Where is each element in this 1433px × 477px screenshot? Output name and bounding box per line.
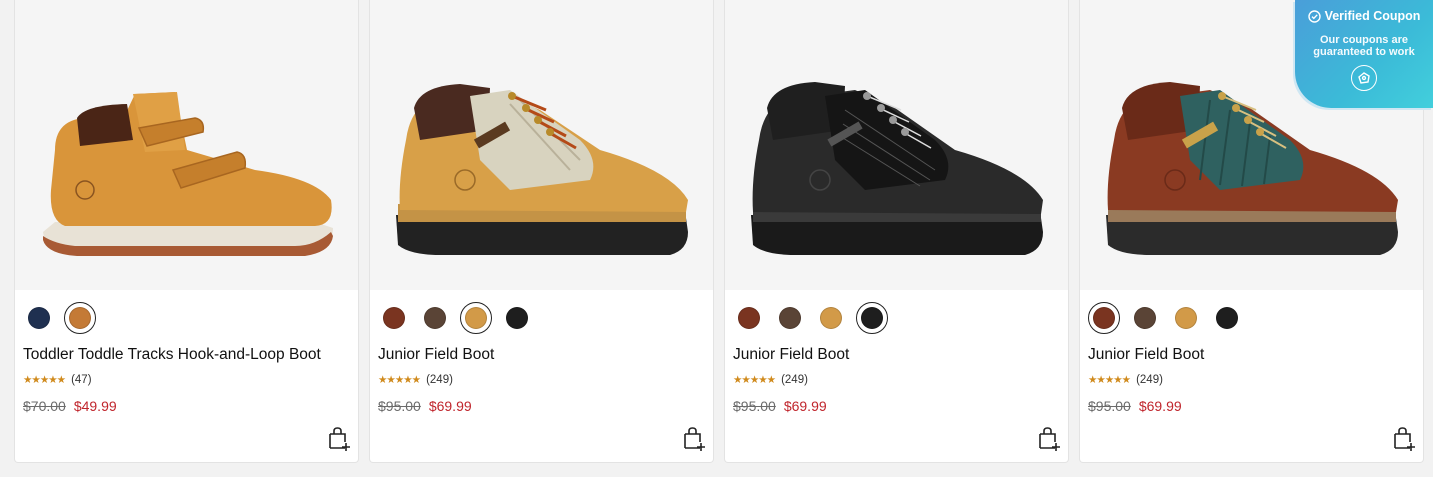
product-rating[interactable]: ★★★★★ (249) [733, 374, 808, 386]
swatch-color [779, 307, 801, 329]
product-image[interactable] [725, 0, 1068, 290]
check-circle-icon [1307, 9, 1321, 23]
review-count: (249) [426, 374, 453, 386]
color-swatch[interactable] [733, 302, 765, 334]
swatch-color [1216, 307, 1238, 329]
swatch-color [738, 307, 760, 329]
swatch-color [69, 307, 91, 329]
color-swatches [23, 302, 96, 334]
color-swatch[interactable] [815, 302, 847, 334]
review-count: (47) [71, 374, 92, 386]
color-swatch[interactable] [1170, 302, 1202, 334]
color-swatches [733, 302, 888, 334]
original-price: $70.00 [23, 398, 66, 414]
product-prices: $95.00 $69.99 [378, 398, 472, 414]
swatch-color [465, 307, 487, 329]
swatch-color [1175, 307, 1197, 329]
product-image[interactable] [15, 0, 358, 290]
swatch-color [28, 307, 50, 329]
product-card[interactable]: Junior Field Boot ★★★★★ (249) $95.00 $69… [369, 0, 714, 463]
shopping-bag-plus-icon [1394, 427, 1415, 451]
color-swatch[interactable] [501, 302, 533, 334]
color-swatch[interactable] [64, 302, 96, 334]
color-swatch[interactable] [856, 302, 888, 334]
sale-price: $69.99 [428, 398, 472, 414]
coupon-subtitle-line: Our coupons are [1319, 34, 1409, 46]
original-price: $95.00 [1088, 398, 1131, 414]
color-swatch[interactable] [460, 302, 492, 334]
add-to-bag-button[interactable] [681, 426, 707, 452]
original-price: $95.00 [733, 398, 776, 414]
rating-stars: ★★★★★ [733, 374, 776, 386]
verified-coupon-badge[interactable]: Verified Coupon Our coupons are guarante… [1295, 0, 1433, 108]
swatch-color [1134, 307, 1156, 329]
review-count: (249) [1136, 374, 1163, 386]
product-grid: Toddler Toddle Tracks Hook-and-Loop Boot… [14, 0, 1424, 463]
shopping-bag-plus-icon [329, 427, 350, 451]
swatch-color [506, 307, 528, 329]
product-image[interactable] [370, 0, 713, 290]
color-swatch[interactable] [378, 302, 410, 334]
coupon-title-text: Verified Coupon [1324, 9, 1421, 23]
rating-stars: ★★★★★ [378, 374, 421, 386]
add-to-bag-button[interactable] [1391, 426, 1417, 452]
product-rating[interactable]: ★★★★★ (249) [1088, 374, 1163, 386]
color-swatch[interactable] [1129, 302, 1161, 334]
product-card[interactable]: Junior Field Boot ★★★★★ (249) $95.00 $69… [724, 0, 1069, 463]
color-swatch[interactable] [419, 302, 451, 334]
review-count: (249) [781, 374, 808, 386]
coupon-logo-icon [1351, 65, 1377, 91]
swatch-color [861, 307, 883, 329]
product-rating[interactable]: ★★★★★ (47) [23, 374, 92, 386]
swatch-color [424, 307, 446, 329]
color-swatches [1088, 302, 1243, 334]
coupon-title: Verified Coupon [1295, 9, 1433, 23]
shopping-bag-plus-icon [1039, 427, 1060, 451]
rating-stars: ★★★★★ [1088, 374, 1131, 386]
original-price: $95.00 [378, 398, 421, 414]
color-swatch[interactable] [1211, 302, 1243, 334]
color-swatch[interactable] [774, 302, 806, 334]
product-name[interactable]: Junior Field Boot [378, 346, 494, 364]
product-name[interactable]: Toddler Toddle Tracks Hook-and-Loop Boot [23, 346, 321, 364]
color-swatches [378, 302, 533, 334]
add-to-bag-button[interactable] [1036, 426, 1062, 452]
coupon-subtitle: Our coupons are guaranteed to work [1295, 34, 1433, 58]
color-swatch[interactable] [23, 302, 55, 334]
product-card[interactable]: Toddler Toddle Tracks Hook-and-Loop Boot… [14, 0, 359, 463]
sale-price: $69.99 [1138, 398, 1182, 414]
product-name[interactable]: Junior Field Boot [733, 346, 849, 364]
product-prices: $70.00 $49.99 [23, 398, 117, 414]
add-to-bag-button[interactable] [326, 426, 352, 452]
product-prices: $95.00 $69.99 [733, 398, 827, 414]
sale-price: $49.99 [73, 398, 117, 414]
rating-stars: ★★★★★ [23, 374, 66, 386]
color-swatch[interactable] [1088, 302, 1120, 334]
product-name[interactable]: Junior Field Boot [1088, 346, 1204, 364]
product-rating[interactable]: ★★★★★ (249) [378, 374, 453, 386]
swatch-color [383, 307, 405, 329]
shopping-bag-plus-icon [684, 427, 705, 451]
sale-price: $69.99 [783, 398, 827, 414]
coupon-subtitle-line: guaranteed to work [1313, 46, 1415, 58]
swatch-color [1093, 307, 1115, 329]
product-prices: $95.00 $69.99 [1088, 398, 1182, 414]
swatch-color [820, 307, 842, 329]
